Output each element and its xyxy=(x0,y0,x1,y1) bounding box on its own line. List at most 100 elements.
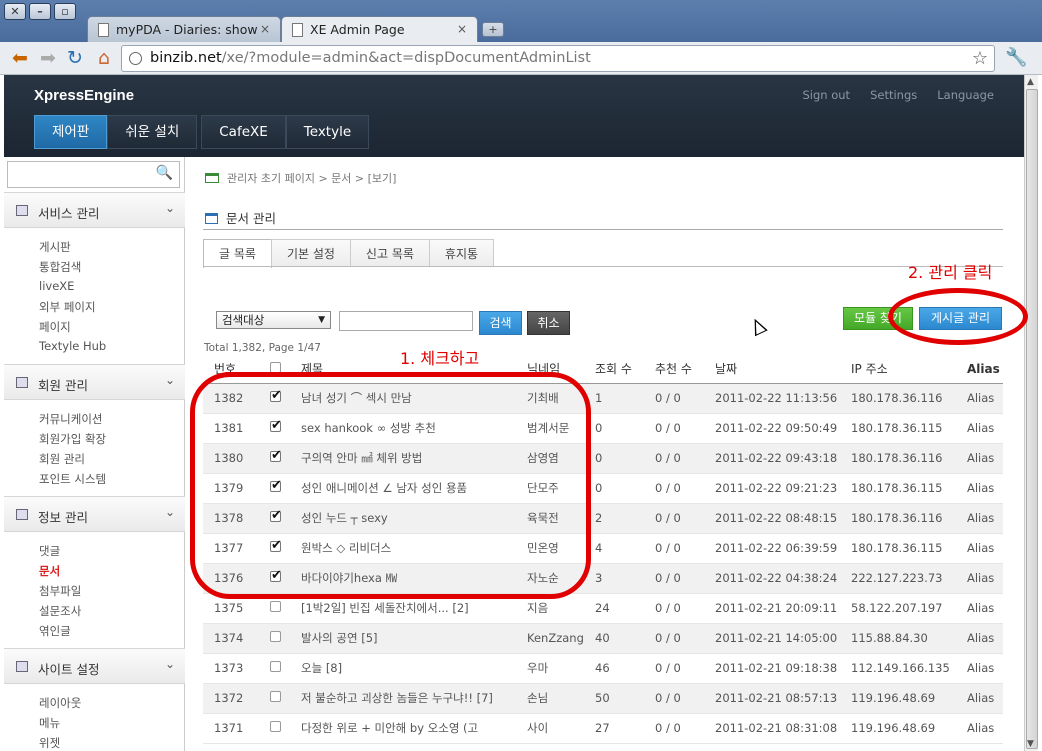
row-ip[interactable]: 180.178.36.116 xyxy=(840,503,956,534)
row-alias[interactable]: Alias xyxy=(956,533,1003,564)
back-arrow-icon[interactable]: ⬅ xyxy=(9,47,31,69)
row-checkbox[interactable] xyxy=(270,691,281,702)
search-keyword-input[interactable] xyxy=(339,311,473,331)
tab-close-icon[interactable]: × xyxy=(260,17,270,42)
sidebar-item-layout[interactable]: 레이아웃 xyxy=(39,695,81,711)
sidebar-section-service[interactable]: 서비스 관리 ⌄ xyxy=(4,192,185,228)
row-ip[interactable]: 180.178.36.116 xyxy=(840,443,956,474)
sidebar-item-point-system[interactable]: 포인트 시스템 xyxy=(39,471,106,487)
col-alias[interactable]: Alias xyxy=(956,355,1003,384)
row-title-link[interactable]: 발사의 공연 [5] xyxy=(290,623,516,654)
tab-basic-settings[interactable]: 기본 설정 xyxy=(270,239,351,267)
address-bar[interactable]: binzib.net/xe/?module=admin&act=dispDocu… xyxy=(121,45,995,72)
row-alias[interactable]: Alias xyxy=(956,473,1003,504)
sidebar-item-signup-extension[interactable]: 회원가입 확장 xyxy=(39,431,106,447)
sidebar-item-livexe[interactable]: liveXE xyxy=(39,279,74,293)
row-alias[interactable]: Alias xyxy=(956,593,1003,624)
row-select[interactable] xyxy=(259,653,290,684)
row-title-link[interactable]: 저 불순하고 괴상한 놈들은 누구냐!! [7] xyxy=(290,683,516,714)
row-ip[interactable]: 58.122.207.197 xyxy=(840,593,956,624)
row-alias[interactable]: Alias xyxy=(956,383,1003,414)
search-target-select[interactable]: 검색대상 ▼ xyxy=(216,311,331,329)
browser-tab-xe-admin[interactable]: XE Admin Page × xyxy=(281,16,478,43)
sign-out-link[interactable]: Sign out xyxy=(802,88,850,102)
chevron-down-icon[interactable]: ⌄ xyxy=(165,201,175,215)
row-checkbox[interactable] xyxy=(270,601,281,612)
sidebar-item-integrated-search[interactable]: 통합검색 xyxy=(39,259,81,275)
row-nickname[interactable]: 손님 xyxy=(516,683,584,714)
breadcrumb-text[interactable]: 관리자 초기 페이지 > 문서 > [보기] xyxy=(227,172,396,185)
brand-logo[interactable]: XpressEngine xyxy=(34,87,134,104)
table-row[interactable]: 1373 오늘 [8] 우마 46 0 / 0 2011-02-21 09:18:38 11… xyxy=(203,653,1003,684)
row-select[interactable] xyxy=(259,683,290,714)
sidebar-item-widget[interactable]: 위젯 xyxy=(39,735,60,751)
sidebar-item-communication[interactable]: 커뮤니케이션 xyxy=(39,411,102,427)
row-alias[interactable]: Alias xyxy=(956,413,1003,444)
bookmark-star-icon[interactable]: ☆ xyxy=(972,46,988,71)
table-row[interactable]: 1374 발사의 공연 [5] KenZzang 40 0 / 0 2011-02-21 … xyxy=(203,623,1003,654)
sidebar-item-documents[interactable]: 문서 xyxy=(39,563,60,579)
forward-arrow-icon[interactable]: ➡ xyxy=(37,47,59,69)
row-ip[interactable]: 119.196.48.69 xyxy=(840,713,956,744)
browser-tab-mypda[interactable]: myPDA - Diaries: show × xyxy=(87,16,281,43)
row-nickname[interactable]: 사이 xyxy=(516,713,584,744)
col-views[interactable]: 조회 수 xyxy=(584,355,644,384)
maximize-window-icon[interactable]: ▫ xyxy=(54,3,76,20)
row-alias[interactable]: Alias xyxy=(956,443,1003,474)
cancel-button[interactable]: 취소 xyxy=(527,311,570,335)
vertical-scrollbar[interactable]: ▲ ▼ xyxy=(1024,75,1038,751)
nav-cafexe[interactable]: CafeXE xyxy=(201,115,286,149)
row-alias[interactable]: Alias xyxy=(956,503,1003,534)
table-row[interactable]: 1372 저 불순하고 괴상한 놈들은 누구냐!! [7] 손님 50 0 / 0 201… xyxy=(203,683,1003,714)
nav-control-panel[interactable]: 제어판 xyxy=(34,115,108,149)
sidebar-item-trackback[interactable]: 엮인글 xyxy=(39,623,71,639)
nav-easy-install[interactable]: 쉬운 설치 xyxy=(107,115,198,149)
home-icon[interactable]: ⌂ xyxy=(93,47,115,69)
sidebar-section-site-settings[interactable]: 사이트 설정 ⌄ xyxy=(4,648,185,684)
row-ip[interactable]: 119.196.48.69 xyxy=(840,683,956,714)
wrench-icon[interactable]: 🔧 xyxy=(1005,47,1027,68)
col-votes[interactable]: 추천 수 xyxy=(644,355,704,384)
row-ip[interactable]: 222.127.223.73 xyxy=(840,563,956,594)
sidebar-item-external-page[interactable]: 외부 페이지 xyxy=(39,299,96,315)
row-ip[interactable]: 180.178.36.116 xyxy=(840,383,956,414)
row-alias[interactable]: Alias xyxy=(956,623,1003,654)
new-tab-button[interactable]: + xyxy=(482,22,504,37)
tab-trash[interactable]: 휴지통 xyxy=(428,239,495,267)
col-date[interactable]: 날짜 xyxy=(704,355,840,384)
sidebar-section-member[interactable]: 회원 관리 ⌄ xyxy=(4,364,185,400)
col-ip[interactable]: IP 주소 xyxy=(840,355,956,384)
sidebar-item-board[interactable]: 게시판 xyxy=(39,239,71,255)
reload-icon[interactable]: ↻ xyxy=(64,47,86,69)
search-button[interactable]: 검색 xyxy=(479,311,522,335)
sidebar-item-attachments[interactable]: 첨부파일 xyxy=(39,583,81,599)
language-link[interactable]: Language xyxy=(937,88,994,102)
row-select[interactable] xyxy=(259,623,290,654)
row-alias[interactable]: Alias xyxy=(956,653,1003,684)
chevron-down-icon[interactable]: ⌄ xyxy=(165,373,175,387)
chevron-down-icon[interactable]: ⌄ xyxy=(165,505,175,519)
row-title-link[interactable]: 오늘 [8] xyxy=(290,653,516,684)
row-alias[interactable]: Alias xyxy=(956,563,1003,594)
sidebar-item-page[interactable]: 페이지 xyxy=(39,319,71,335)
tab-document-list[interactable]: 글 목록 xyxy=(203,239,272,268)
row-ip[interactable]: 180.178.36.115 xyxy=(840,473,956,504)
row-checkbox[interactable] xyxy=(270,721,281,732)
scroll-up-arrow-icon[interactable]: ▲ xyxy=(1027,77,1034,87)
row-checkbox[interactable] xyxy=(270,631,281,642)
row-select[interactable] xyxy=(259,713,290,744)
row-ip[interactable]: 180.178.36.115 xyxy=(840,413,956,444)
row-ip[interactable]: 112.149.166.135 xyxy=(840,653,956,684)
tab-close-icon[interactable]: × xyxy=(457,17,467,42)
sidebar-section-info[interactable]: 정보 관리 ⌄ xyxy=(4,496,185,532)
close-window-icon[interactable]: ✕ xyxy=(4,3,26,20)
sidebar-item-member-management[interactable]: 회원 관리 xyxy=(39,451,85,467)
sidebar-item-poll[interactable]: 설문조사 xyxy=(39,603,81,619)
sidebar-item-textyle-hub[interactable]: Textyle Hub xyxy=(39,339,106,353)
row-nickname[interactable]: 우마 xyxy=(516,653,584,684)
nav-textyle[interactable]: Textyle xyxy=(285,115,370,149)
tab-report-list[interactable]: 신고 목록 xyxy=(349,239,430,267)
search-icon[interactable]: 🔍 xyxy=(156,165,173,181)
settings-link[interactable]: Settings xyxy=(870,88,917,102)
row-nickname[interactable]: KenZzang xyxy=(516,623,584,654)
